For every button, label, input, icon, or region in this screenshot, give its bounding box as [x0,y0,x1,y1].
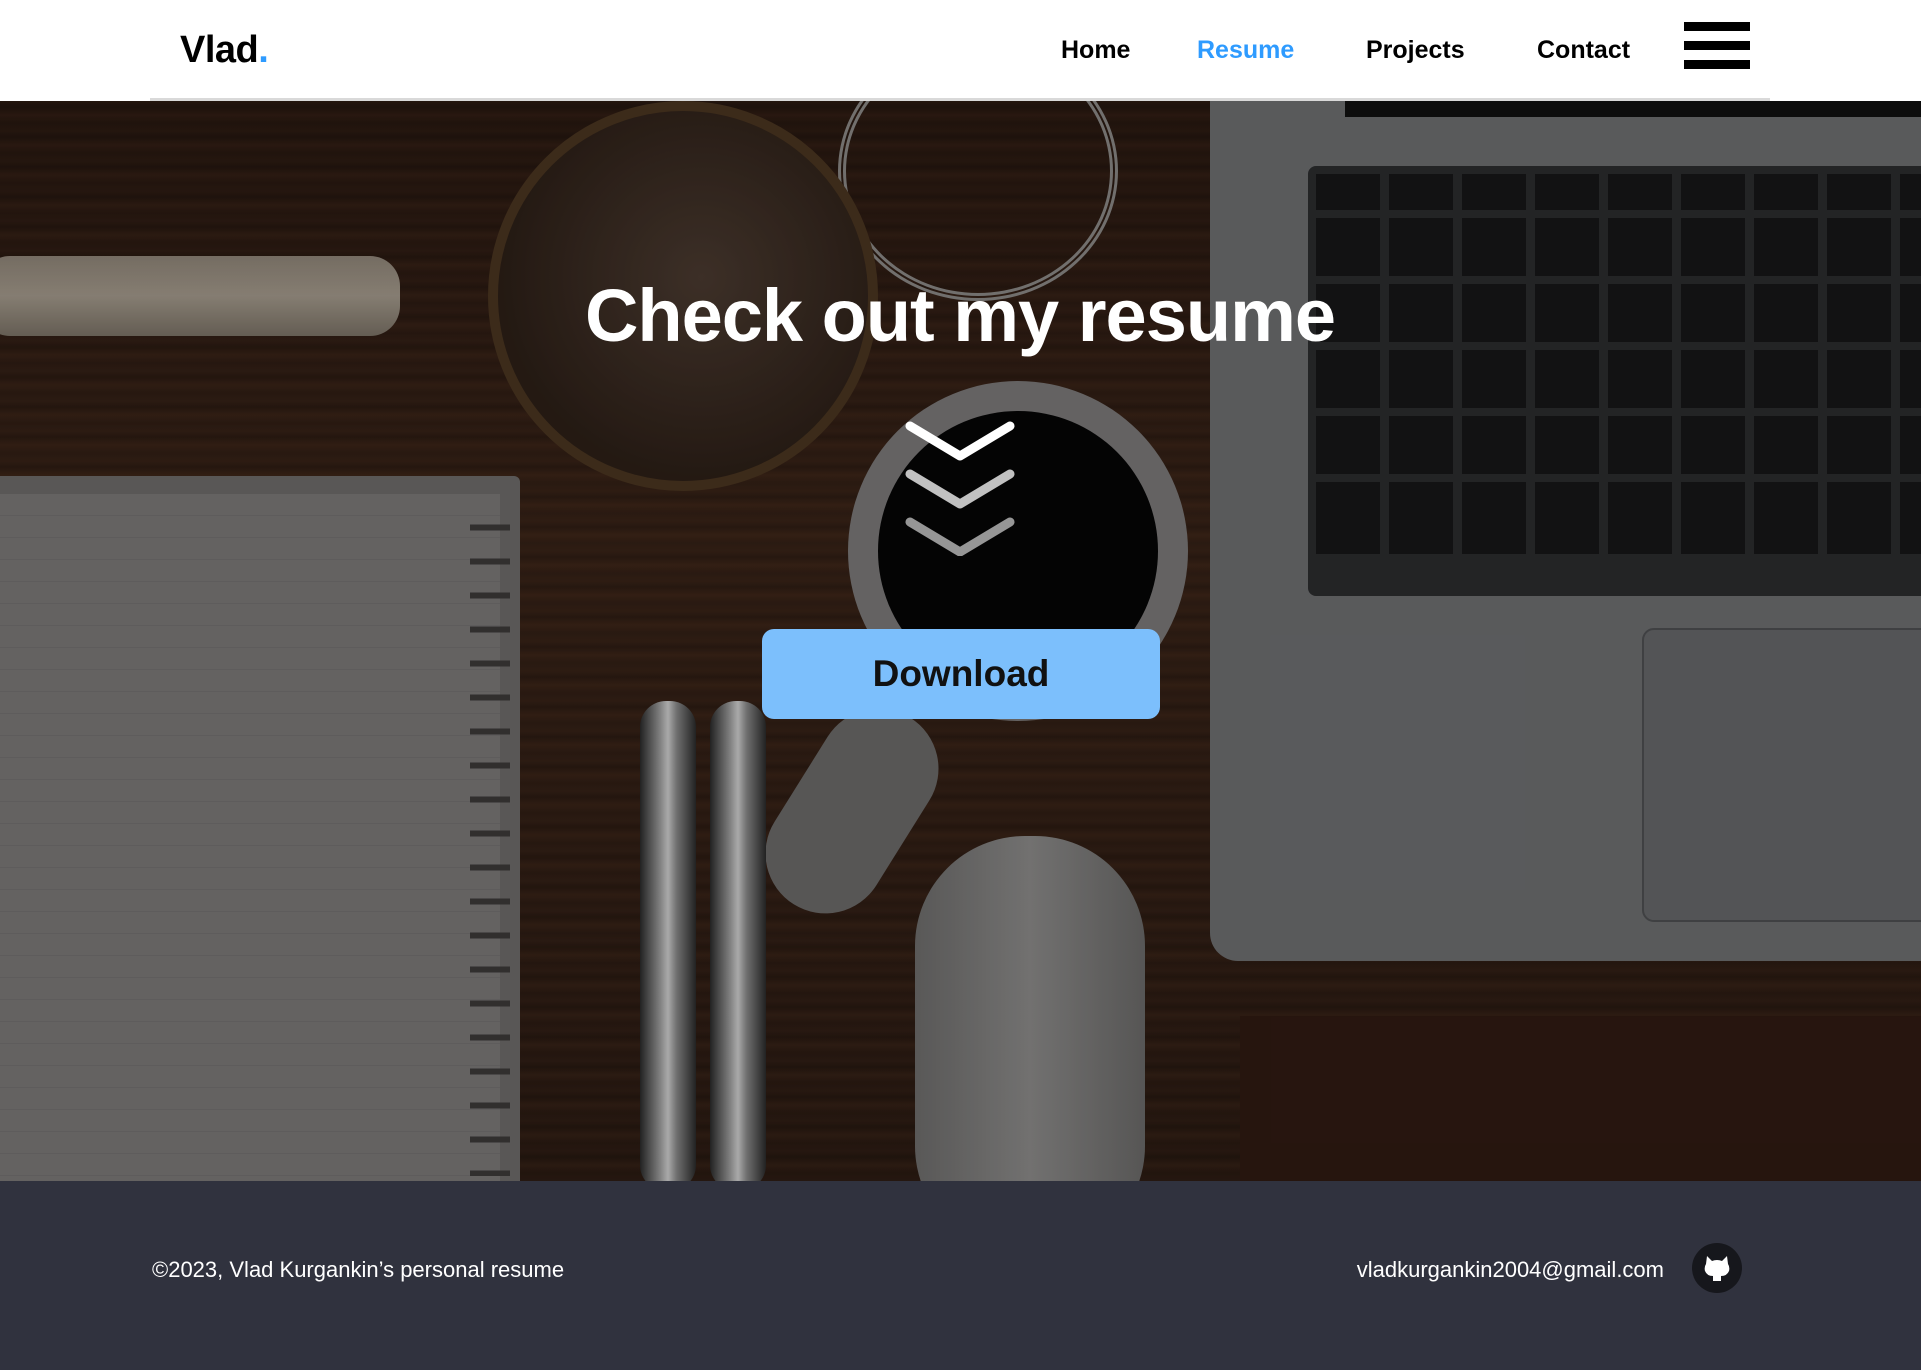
hamburger-bar [1684,41,1750,50]
main-nav: Home Resume Projects Contact [0,30,1921,70]
hero-section: Check out my resume Download [0,101,1921,1181]
footer-email-link[interactable]: vladkurgankin2004@gmail.com [1357,1255,1664,1285]
download-resume-button[interactable]: Download [762,629,1160,719]
github-icon[interactable] [1692,1243,1742,1293]
hamburger-bar [1684,60,1750,69]
hamburger-menu-icon[interactable] [1684,22,1750,70]
nav-link-contact[interactable]: Contact [1537,30,1630,70]
hero-title: Check out my resume [584,274,1336,357]
site-footer: ©2023, Vlad Kurgankin’s personal resume … [0,1181,1921,1370]
nav-link-projects[interactable]: Projects [1366,30,1465,70]
github-octocat-glyph [1704,1256,1730,1281]
hamburger-bar [1684,22,1750,31]
site-header: Vlad. Home Resume Projects Contact [0,0,1921,101]
footer-copyright: ©2023, Vlad Kurgankin’s personal resume [152,1257,565,1282]
nav-link-home[interactable]: Home [1061,30,1130,70]
triple-chevron-down-icon [905,421,1015,556]
nav-link-resume[interactable]: Resume [1197,30,1294,70]
